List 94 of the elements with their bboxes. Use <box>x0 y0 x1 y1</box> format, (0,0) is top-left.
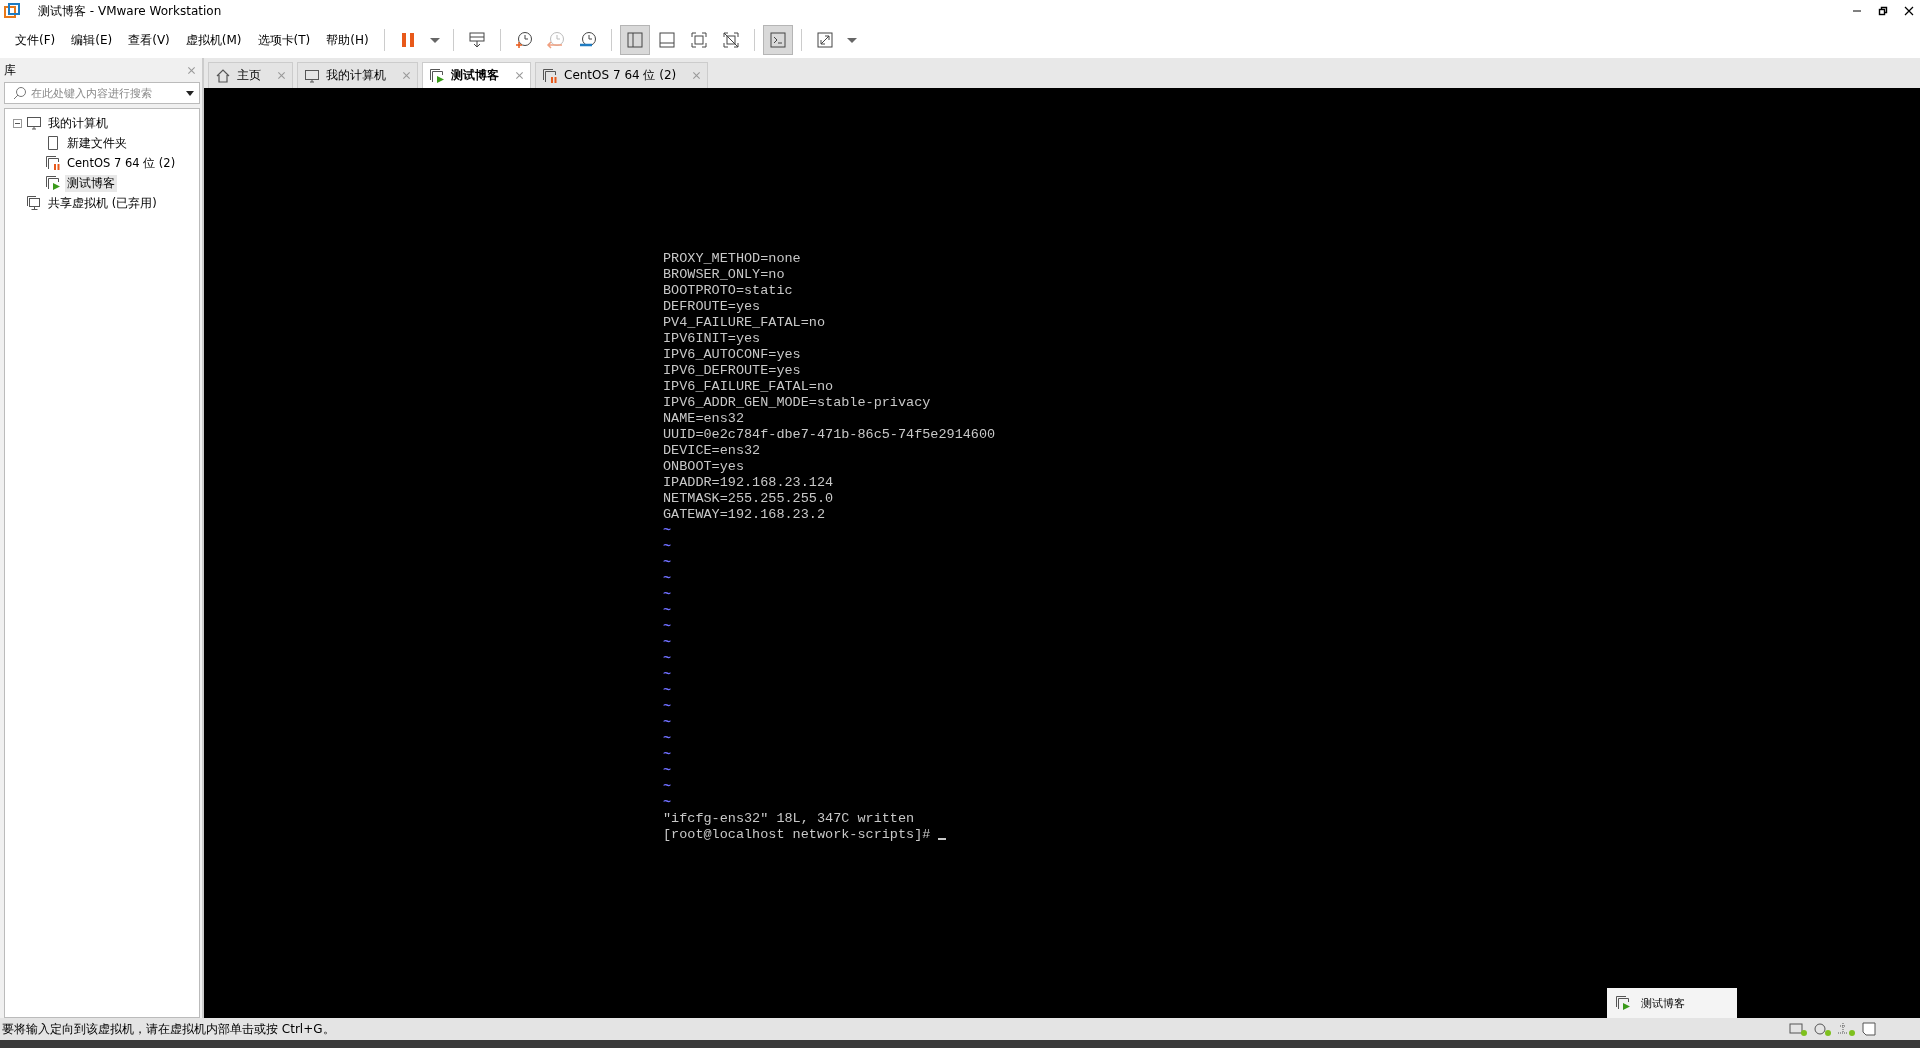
empty-line-marker: ~ <box>663 587 672 603</box>
console-line: IPV6_FAILURE_FATAL=no <box>663 379 835 395</box>
empty-line-marker: ~ <box>663 555 672 571</box>
network-icon[interactable] <box>1836 1021 1856 1037</box>
console-line: IPV6_AUTOCONF=yes <box>663 347 802 363</box>
monitor-icon <box>304 67 320 84</box>
tab[interactable]: 主页 <box>208 62 293 88</box>
collapse-icon[interactable] <box>13 118 22 128</box>
keyboard-send-icon <box>466 30 487 50</box>
console-line: PROXY_METHOD=none <box>663 251 802 267</box>
monitor-icon <box>26 115 42 131</box>
empty-line-marker: ~ <box>663 699 672 715</box>
tooltip-label: 测试博客 <box>1641 995 1685 1011</box>
caret-icon[interactable] <box>185 88 195 98</box>
disk-icon[interactable] <box>1788 1021 1808 1037</box>
panel-title: 库 <box>4 61 16 79</box>
empty-line-marker: ~ <box>663 635 672 651</box>
tab[interactable]: CentOS 7 64 位 (2) <box>535 62 709 88</box>
console-line: DEVICE=ens32 <box>663 443 762 459</box>
window-title: 测试博客 - VMware Workstation <box>38 2 222 20</box>
vm-running-icon <box>1615 995 1631 1011</box>
console-line: ONBOOT=yes <box>663 459 745 475</box>
console-line: NETMASK=255.255.255.0 <box>663 491 835 507</box>
empty-line-marker: ~ <box>663 571 672 587</box>
close-tab-icon[interactable] <box>277 71 286 80</box>
home-icon <box>215 67 231 84</box>
shared-vm-icon <box>26 195 42 211</box>
caret-icon <box>429 37 440 43</box>
caret-icon <box>846 37 857 43</box>
terminal-icon <box>767 30 788 50</box>
vm-running-icon <box>45 175 61 191</box>
layout-icon <box>720 30 741 50</box>
close-tab-icon[interactable] <box>402 71 411 80</box>
console-line: PV4_FAILURE_FATAL=no <box>663 315 827 331</box>
menu-item[interactable]: 查看(V) <box>121 29 177 51</box>
tree-item[interactable]: 共享虚拟机 (已弃用) <box>46 194 159 212</box>
close-icon[interactable] <box>1904 6 1914 16</box>
menu-item[interactable]: 编辑(E) <box>64 29 120 51</box>
cd-icon[interactable] <box>1812 1021 1832 1037</box>
empty-line-marker: ~ <box>663 667 672 683</box>
empty-line-marker: ~ <box>663 731 672 747</box>
empty-line-marker: ~ <box>663 523 672 539</box>
console-line: DEFROUTE=yes <box>663 299 762 315</box>
empty-line-marker: ~ <box>663 619 672 635</box>
console-line: IPADDR=192.168.23.124 <box>663 475 835 491</box>
status-text: 要将输入定向到该虚拟机，请在虚拟机内部单击或按 Ctrl+G。 <box>1 1020 335 1038</box>
vm-paused-icon <box>45 155 61 171</box>
clock-icon <box>513 30 534 50</box>
vm-paused-icon <box>542 67 558 84</box>
search-icon <box>13 86 27 100</box>
empty-line-marker: ~ <box>663 795 672 811</box>
empty-line-marker: ~ <box>663 539 672 555</box>
console-line: IPV6_ADDR_GEN_MODE=stable-privacy <box>663 395 932 411</box>
close-tab-icon[interactable] <box>692 71 702 80</box>
toolbar-button[interactable] <box>619 25 650 55</box>
toolbar-button[interactable] <box>762 25 793 55</box>
text-cursor <box>938 838 947 840</box>
tree-item[interactable]: 新建文件夹 <box>65 134 129 152</box>
tab[interactable]: 我的计算机 <box>297 62 418 88</box>
app-logo-icon <box>4 3 20 19</box>
console-line: GATEWAY=192.168.23.2 <box>663 507 827 523</box>
empty-line-marker: ~ <box>663 603 672 619</box>
empty-line-marker: ~ <box>663 763 672 779</box>
clock-icon <box>545 30 566 50</box>
tab[interactable]: 测试博客 <box>422 62 531 88</box>
tree-item[interactable]: 测试博客 <box>65 174 117 192</box>
tree-item[interactable]: CentOS 7 64 位 (2) <box>65 154 178 172</box>
menu-item[interactable]: 文件(F) <box>8 29 63 51</box>
restore-icon[interactable] <box>1878 6 1888 16</box>
document-icon <box>45 135 61 151</box>
console-line: BOOTPROTO=static <box>663 283 794 299</box>
console-line: "ifcfg-ens32" 18L, 347C written <box>663 811 916 827</box>
layout-icon <box>624 30 645 50</box>
expand-icon <box>814 30 835 50</box>
layout-icon <box>688 30 709 50</box>
vm-running-icon <box>429 67 445 84</box>
layout-icon <box>656 30 677 50</box>
empty-line-marker: ~ <box>663 651 672 667</box>
console-line: NAME=ens32 <box>663 411 745 427</box>
shell-prompt: [root@localhost network-scripts]# <box>663 827 932 843</box>
console-line: IPV6_DEFROUTE=yes <box>663 363 802 379</box>
empty-line-marker: ~ <box>663 715 672 731</box>
menu-item[interactable]: 帮助(H) <box>319 29 376 51</box>
search-field[interactable]: 在此处键入内容进行搜索 <box>4 82 200 104</box>
menu-item[interactable]: 虚拟机(M) <box>178 29 249 51</box>
menu-item[interactable]: 选项卡(T) <box>250 29 318 51</box>
close-tab-icon[interactable] <box>515 71 524 80</box>
empty-line-marker: ~ <box>663 747 672 763</box>
console-line: IPV6INIT=yes <box>663 331 762 347</box>
console-line: BROWSER_ONLY=no <box>663 267 786 283</box>
console-line: UUID=0e2c784f-dbe7-471b-86c5-74f5e2914600 <box>663 427 996 443</box>
empty-line-marker: ~ <box>663 779 672 795</box>
empty-line-marker: ~ <box>663 683 672 699</box>
tree-item[interactable]: 我的计算机 <box>46 114 110 132</box>
